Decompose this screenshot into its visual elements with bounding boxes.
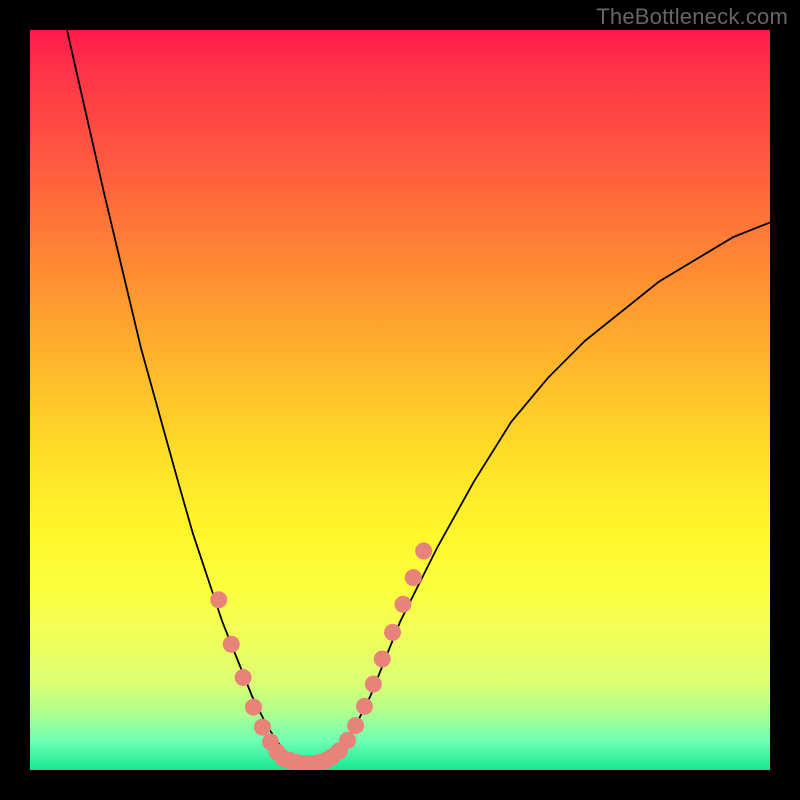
marker-dot <box>347 717 364 734</box>
plot-area <box>30 30 770 770</box>
marker-dot <box>374 650 391 667</box>
marker-dot <box>339 732 356 749</box>
series-right-curve <box>326 222 770 759</box>
marker-dot <box>356 698 373 715</box>
marker-dot <box>210 591 227 608</box>
marker-dot <box>365 676 382 693</box>
series-group <box>67 30 770 763</box>
marker-dot <box>394 596 411 613</box>
marker-dot <box>415 542 432 559</box>
series-left-curve <box>67 30 289 759</box>
chart-svg <box>30 30 770 770</box>
watermark-text: TheBottleneck.com <box>596 4 788 30</box>
marker-dot <box>405 569 422 586</box>
marker-dot <box>254 719 271 736</box>
marker-dot <box>235 669 252 686</box>
chart-frame: TheBottleneck.com <box>0 0 800 800</box>
marker-dot <box>223 636 240 653</box>
marker-dot <box>384 624 401 641</box>
marker-dot <box>245 699 262 716</box>
marker-group <box>210 542 432 770</box>
marker-dot <box>317 752 334 769</box>
